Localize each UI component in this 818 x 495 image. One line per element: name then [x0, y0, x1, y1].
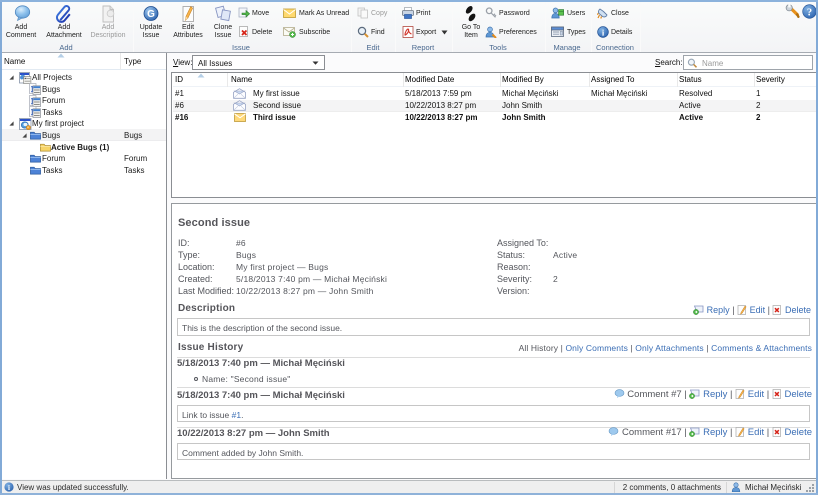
svg-text:G: G: [147, 9, 155, 20]
svg-text:i: i: [8, 484, 10, 492]
svg-text:?: ?: [807, 8, 812, 19]
